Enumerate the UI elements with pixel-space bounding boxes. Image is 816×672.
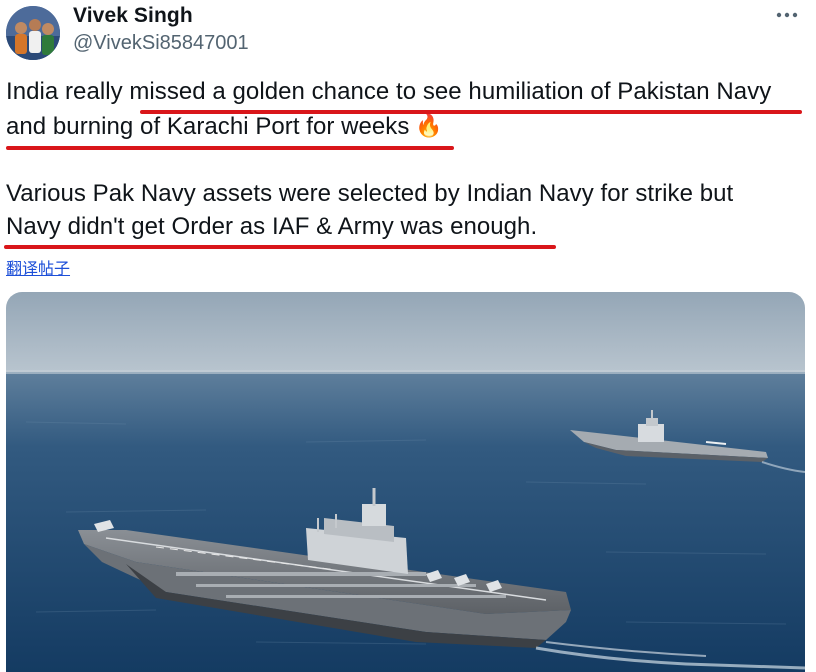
- translate-post-link[interactable]: 翻译帖子: [6, 255, 70, 279]
- highlight-underline-1: [140, 110, 802, 114]
- author-name[interactable]: Vivek Singh: [73, 4, 193, 28]
- more-dots: [776, 12, 798, 18]
- avatar[interactable]: [6, 6, 60, 60]
- highlight-underline-3: [4, 245, 556, 249]
- tweet-text-line-4: Navy didn't get Order as IAF & Army was …: [6, 213, 538, 240]
- tweet-text-line-2-text: and burning of Karachi Port for weeks: [6, 113, 410, 140]
- author-handle[interactable]: @VivekSi85847001: [73, 32, 249, 55]
- tweet-text-line-3: Various Pak Navy assets were selected by…: [6, 180, 734, 207]
- fire-emoji-icon: 🔥: [415, 113, 443, 138]
- carriers-photo: [6, 292, 805, 672]
- highlight-underline-2: [6, 146, 454, 150]
- more-icon[interactable]: [772, 0, 802, 30]
- tweet-text-line-2: and burning of Karachi Port for weeks 🔥: [6, 113, 443, 141]
- tweet-text-line-1: India really missed a golden chance to s…: [6, 78, 772, 105]
- tweet-media-image[interactable]: [6, 292, 805, 672]
